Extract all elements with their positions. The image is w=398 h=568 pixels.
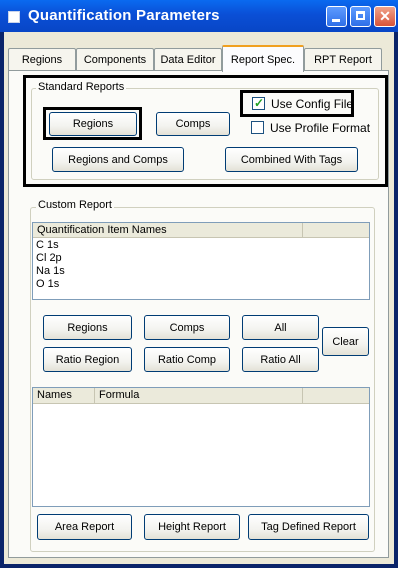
ratio-all-button[interactable]: Ratio All [242,347,319,372]
use-profile-format-checkbox[interactable] [251,121,264,134]
list-item[interactable]: C 1s [33,239,59,252]
regions-and-comps-button[interactable]: Regions and Comps [52,147,184,172]
use-config-file-label: Use Config File [271,97,354,111]
custom-all-button[interactable]: All [242,315,319,340]
tag-defined-report-button[interactable]: Tag Defined Report [248,514,369,540]
list-item[interactable]: Na 1s [33,265,65,278]
standard-reports-legend: Standard Reports [36,81,127,93]
names-column-header[interactable]: Names [33,388,95,404]
formula-empty-column-header[interactable] [303,388,369,404]
area-report-button[interactable]: Area Report [37,514,132,540]
tab-report-spec[interactable]: Report Spec. [222,45,304,72]
tab-components[interactable]: Components [76,48,154,70]
formula-column-header[interactable]: Formula [95,388,303,404]
checkmark-icon: ✓ [254,96,265,110]
items-column-header[interactable]: Quantification Item Names [33,223,303,238]
close-icon: ✕ [379,8,391,24]
minimize-button[interactable] [326,6,347,27]
use-profile-format-label: Use Profile Format [270,121,371,135]
standard-regions-button[interactable]: Regions [49,112,137,136]
combined-with-tags-button[interactable]: Combined With Tags [225,147,358,172]
ratio-comp-button[interactable]: Ratio Comp [144,347,230,372]
window-title: Quantification Parameters [28,7,220,24]
height-report-button[interactable]: Height Report [144,514,240,540]
list-item[interactable]: Cl 2p [33,252,62,265]
ratio-region-button[interactable]: Ratio Region [43,347,132,372]
use-config-file-checkbox[interactable]: ✓ [252,96,265,110]
tab-rpt-report[interactable]: RPT Report [304,48,382,70]
window-icon [8,11,20,23]
custom-comps-button[interactable]: Comps [144,315,230,340]
list-item[interactable]: O 1s [33,278,59,291]
tab-data-editor[interactable]: Data Editor [154,48,222,70]
close-button[interactable]: ✕ [374,6,396,27]
items-empty-column-header[interactable] [303,223,369,238]
custom-regions-button[interactable]: Regions [43,315,132,340]
formula-list[interactable]: Names Formula [32,387,370,507]
tab-regions[interactable]: Regions [8,48,76,70]
maximize-button[interactable] [350,6,371,27]
standard-comps-button[interactable]: Comps [156,112,230,136]
custom-report-legend: Custom Report [36,199,114,211]
clear-button[interactable]: Clear [322,327,369,356]
quantification-items-list[interactable]: Quantification Item Names C 1s Cl 2p Na … [32,222,370,300]
